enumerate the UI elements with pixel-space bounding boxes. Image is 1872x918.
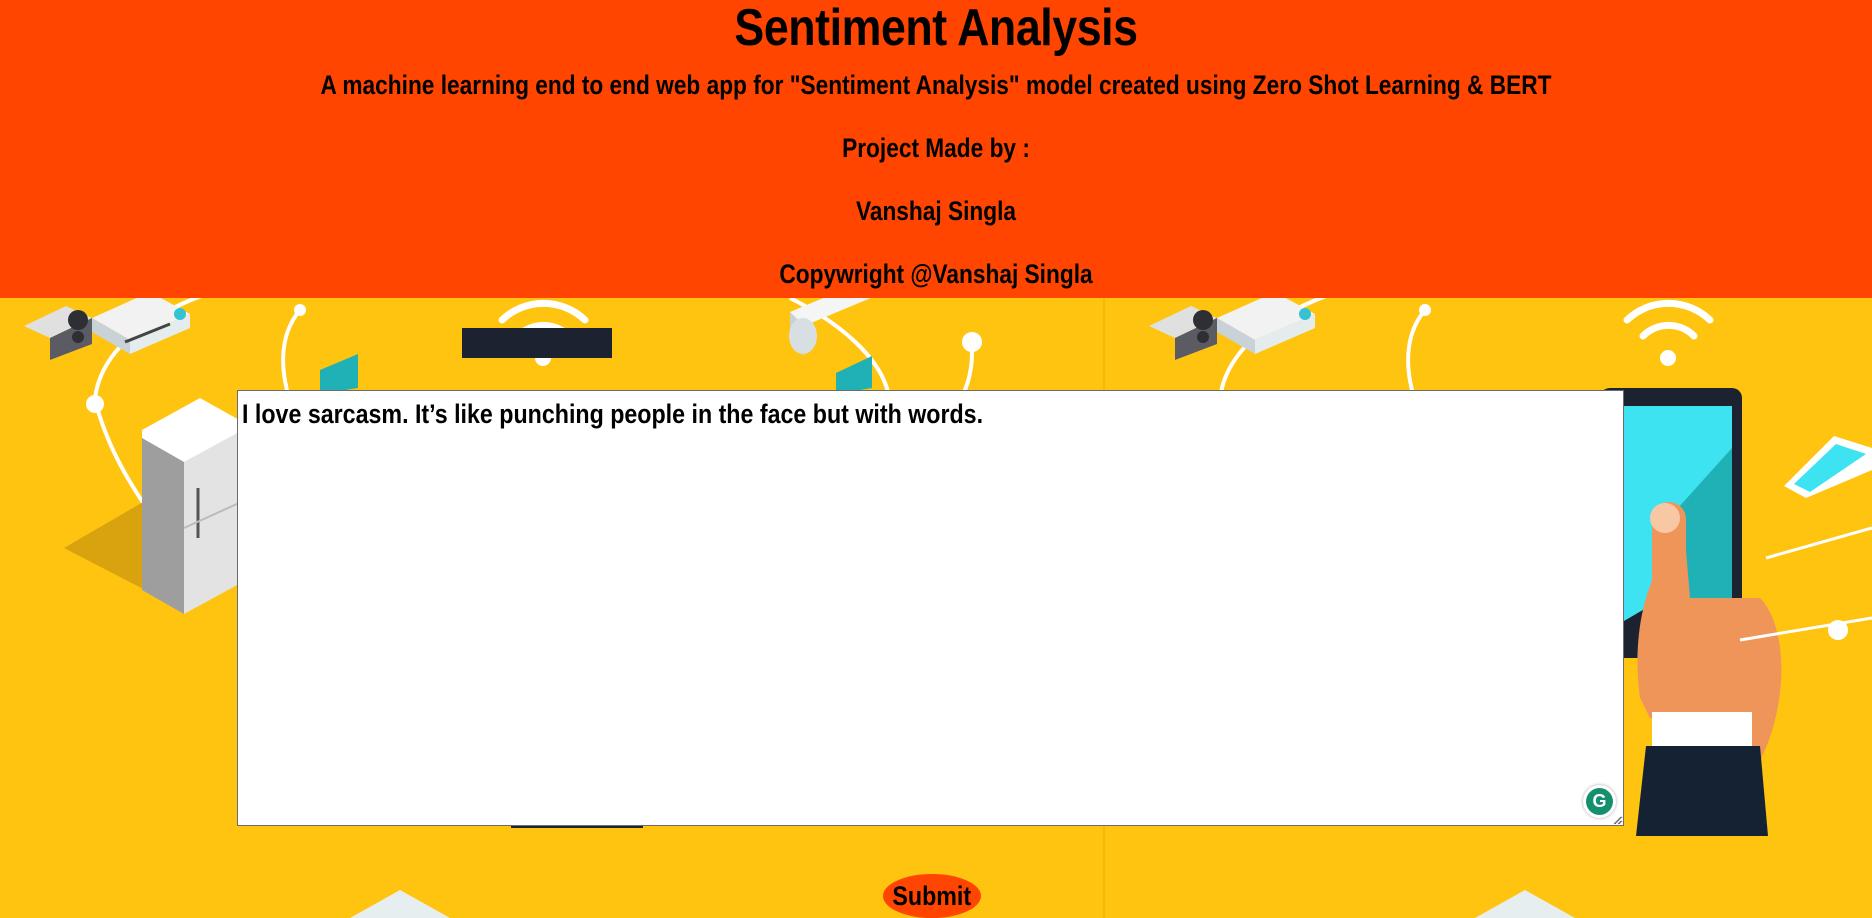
submit-button[interactable]: Submit	[883, 874, 981, 918]
author-name: Vanshaj Singla	[855, 196, 1017, 226]
subtitle-prefix: A machine learning end to end web app fo…	[320, 70, 790, 100]
subtitle-suffix: model created using Zero Shot Learning &…	[1019, 70, 1552, 100]
grammarly-glyph: G	[1586, 788, 1613, 815]
speaker-device-left	[24, 306, 92, 360]
copyright-text: Copywright @Vanshaj Singla	[779, 259, 1093, 289]
sentiment-text-input[interactable]: I love sarcasm. It’s like punching peopl…	[237, 390, 1624, 826]
page-subtitle: A machine learning end to end web app fo…	[150, 70, 1722, 101]
header-banner: Sentiment Analysis A machine learning en…	[0, 0, 1872, 298]
grammarly-icon[interactable]: G	[1583, 785, 1616, 818]
subtitle-highlight: "Sentiment Analysis"	[789, 70, 1020, 100]
submit-label: Submit	[892, 880, 972, 911]
made-by-label: Project Made by :	[842, 133, 1030, 163]
router-device-left	[92, 298, 190, 354]
input-text-value: I love sarcasm. It’s like punching peopl…	[242, 399, 984, 429]
air-conditioner-left	[789, 298, 871, 356]
page-title: Sentiment Analysis	[734, 0, 1138, 57]
resize-handle-icon[interactable]	[1612, 815, 1622, 825]
phone-hand-illustration	[1600, 388, 1872, 836]
